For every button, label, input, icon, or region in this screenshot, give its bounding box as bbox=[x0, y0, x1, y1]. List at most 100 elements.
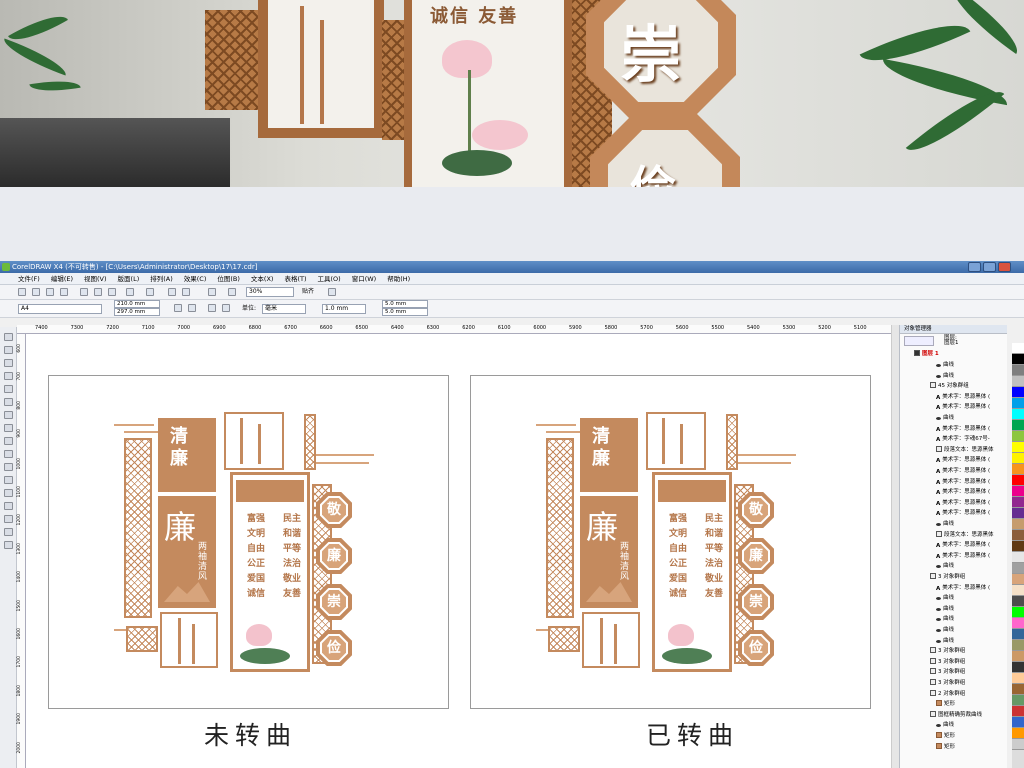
print-icon[interactable] bbox=[60, 288, 68, 296]
color-swatch[interactable] bbox=[1012, 398, 1024, 409]
object-row[interactable]: 曲线 bbox=[936, 604, 954, 614]
object-row[interactable]: 2 对象群组 bbox=[930, 689, 965, 699]
color-swatch[interactable] bbox=[1012, 453, 1024, 464]
polygon-tool-icon[interactable] bbox=[4, 437, 13, 445]
object-row[interactable]: 曲线 bbox=[936, 614, 954, 624]
freehand-tool-icon[interactable] bbox=[4, 385, 13, 393]
table-tool-icon[interactable] bbox=[4, 476, 13, 484]
layer-row[interactable]: 图层 1 bbox=[914, 349, 939, 359]
page-size-select[interactable]: A4 bbox=[18, 304, 102, 314]
eyedropper-tool-icon[interactable] bbox=[4, 502, 13, 510]
object-row[interactable]: A 美术字：字魂67号- bbox=[936, 434, 990, 444]
color-swatch[interactable] bbox=[1012, 409, 1024, 420]
color-swatch[interactable] bbox=[1012, 552, 1024, 563]
landscape-icon[interactable] bbox=[188, 304, 196, 312]
menu-item[interactable]: 表格(T) bbox=[284, 273, 306, 284]
crop-tool-icon[interactable] bbox=[4, 359, 13, 367]
all-pages-icon[interactable] bbox=[208, 304, 216, 312]
color-swatch[interactable] bbox=[1012, 596, 1024, 607]
color-swatch[interactable] bbox=[1012, 431, 1024, 442]
color-swatch[interactable] bbox=[1012, 629, 1024, 640]
color-swatch[interactable] bbox=[1012, 651, 1024, 662]
object-row[interactable]: 3 对象群组 bbox=[930, 646, 965, 656]
cut-icon[interactable] bbox=[80, 288, 88, 296]
menu-item[interactable]: 工具(O) bbox=[318, 273, 341, 284]
page-height-field[interactable]: 297.0 mm bbox=[114, 308, 160, 316]
color-swatch[interactable] bbox=[1012, 717, 1024, 728]
menu-item[interactable]: 文件(F) bbox=[18, 273, 40, 284]
color-swatch[interactable] bbox=[1012, 607, 1024, 618]
color-swatch[interactable] bbox=[1012, 508, 1024, 519]
color-swatch[interactable] bbox=[1012, 673, 1024, 684]
color-swatch[interactable] bbox=[1012, 530, 1024, 541]
basic-shapes-icon[interactable] bbox=[4, 450, 13, 458]
object-row[interactable]: 矩形 bbox=[936, 742, 955, 752]
menu-item[interactable]: 版面(L) bbox=[118, 273, 140, 284]
snap-dropdown[interactable]: 贴齐 bbox=[302, 287, 314, 297]
object-row[interactable]: A 美术字：思源黑体 ( bbox=[936, 392, 990, 402]
open-icon[interactable] bbox=[32, 288, 40, 296]
color-swatch[interactable] bbox=[1012, 563, 1024, 574]
menu-item[interactable]: 帮助(H) bbox=[387, 273, 410, 284]
object-row[interactable]: A 美术字：思源黑体 ( bbox=[936, 402, 990, 412]
color-swatch[interactable] bbox=[1012, 365, 1024, 376]
object-row[interactable]: A 美术字：思源黑体 ( bbox=[936, 466, 990, 476]
color-swatch[interactable] bbox=[1012, 640, 1024, 651]
save-icon[interactable] bbox=[46, 288, 54, 296]
drawing-canvas[interactable]: 清廉廉两袖清风 富强 民主 文明 和谐 自由 平等 公正 法治 爱国 敬业 诚信 友善敬廉崇俭 清廉廉两… bbox=[26, 334, 896, 768]
menu-item[interactable]: 排列(A) bbox=[150, 273, 173, 284]
layer-view-icon[interactable] bbox=[904, 336, 934, 346]
vertical-scrollbar[interactable] bbox=[891, 325, 899, 768]
object-row[interactable]: A 美术字：思源黑体 ( bbox=[936, 583, 990, 593]
copy-icon[interactable] bbox=[94, 288, 102, 296]
object-row[interactable]: 曲线 bbox=[936, 625, 954, 635]
color-swatch[interactable] bbox=[1012, 662, 1024, 673]
color-swatch[interactable] bbox=[1012, 684, 1024, 695]
object-row[interactable]: 45 对象群组 bbox=[930, 381, 969, 391]
object-row[interactable]: A 美术字：思源黑体 ( bbox=[936, 508, 990, 518]
color-swatch[interactable] bbox=[1012, 387, 1024, 398]
object-row[interactable]: 曲线 bbox=[936, 561, 954, 571]
app-launcher-icon[interactable] bbox=[208, 288, 216, 296]
object-row[interactable]: 段落文本：思源黑体 bbox=[936, 530, 994, 540]
color-swatch[interactable] bbox=[1012, 585, 1024, 596]
pick-tool-icon[interactable] bbox=[4, 333, 13, 341]
object-row[interactable]: 曲线 bbox=[936, 371, 954, 381]
object-row[interactable]: 矩形 bbox=[936, 699, 955, 709]
object-row[interactable]: 段落文本：思源黑体 bbox=[936, 445, 994, 455]
close-button[interactable] bbox=[998, 262, 1011, 272]
object-row[interactable]: 曲线 bbox=[936, 720, 954, 730]
color-swatch[interactable] bbox=[1012, 464, 1024, 475]
object-row[interactable]: 图框精确剪裁曲线 bbox=[930, 710, 982, 720]
object-row[interactable]: 曲线 bbox=[936, 413, 954, 423]
maximize-button[interactable] bbox=[983, 262, 996, 272]
menu-item[interactable]: 效果(C) bbox=[184, 273, 207, 284]
minimize-button[interactable] bbox=[968, 262, 981, 272]
color-swatch[interactable] bbox=[1012, 519, 1024, 530]
portrait-icon[interactable] bbox=[174, 304, 182, 312]
units-select[interactable]: 毫米 bbox=[262, 304, 306, 314]
import-icon[interactable] bbox=[168, 288, 176, 296]
object-row[interactable]: A 美术字：思源黑体 ( bbox=[936, 455, 990, 465]
object-row[interactable]: 3 对象群组 bbox=[930, 572, 965, 582]
welcome-icon[interactable] bbox=[228, 288, 236, 296]
rectangle-tool-icon[interactable] bbox=[4, 411, 13, 419]
object-row[interactable]: 曲线 bbox=[936, 360, 954, 370]
object-row[interactable]: 曲线 bbox=[936, 593, 954, 603]
color-swatch[interactable] bbox=[1012, 343, 1024, 354]
paste-icon[interactable] bbox=[108, 288, 116, 296]
color-swatch[interactable] bbox=[1012, 706, 1024, 717]
object-row[interactable]: 3 对象群组 bbox=[930, 667, 965, 677]
object-row[interactable]: 3 对象群组 bbox=[930, 657, 965, 667]
color-swatch[interactable] bbox=[1012, 728, 1024, 739]
color-swatch[interactable] bbox=[1012, 695, 1024, 706]
redo-icon[interactable] bbox=[146, 288, 154, 296]
interactive-fill-icon[interactable] bbox=[4, 541, 13, 549]
object-row[interactable]: 曲线 bbox=[936, 636, 954, 646]
menu-item[interactable]: 视图(V) bbox=[84, 273, 107, 284]
color-swatch[interactable] bbox=[1012, 497, 1024, 508]
fill-tool-icon[interactable] bbox=[4, 528, 13, 536]
color-swatch[interactable] bbox=[1012, 574, 1024, 585]
options-icon[interactable] bbox=[328, 288, 336, 296]
object-row[interactable]: A 美术字：思源黑体 ( bbox=[936, 487, 990, 497]
